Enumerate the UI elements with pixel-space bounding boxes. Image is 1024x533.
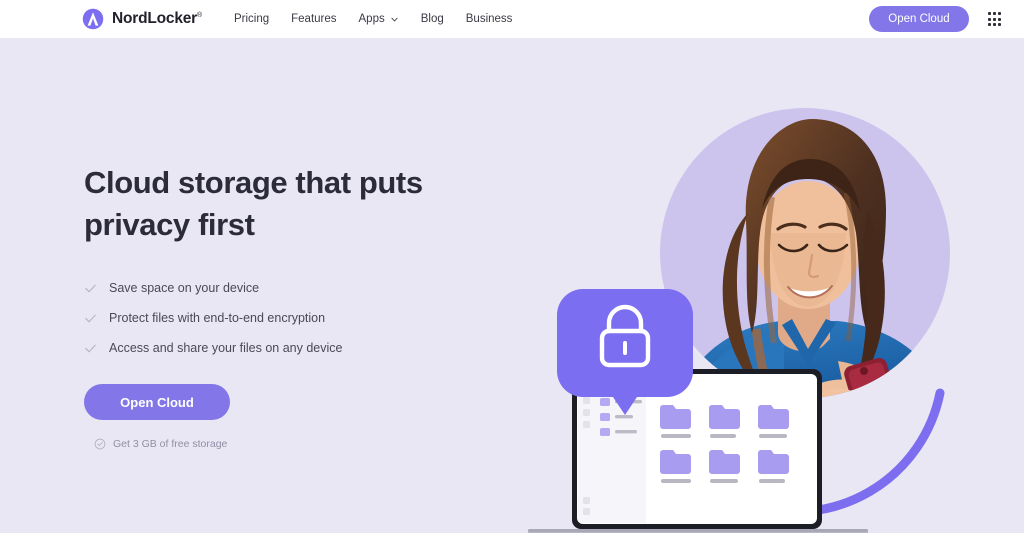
grid-dot (992, 22, 996, 26)
header-open-cloud-button[interactable]: Open Cloud (869, 6, 969, 32)
list-item-label: Save space on your device (109, 281, 260, 295)
list-item-label: Protect files with end-to-end encryption (109, 311, 326, 325)
grid-dot (987, 17, 991, 21)
page-title: Cloud storage that puts privacy first (84, 165, 423, 242)
nav-item-blog[interactable]: Blog (421, 13, 444, 25)
nav-label: Pricing (233, 13, 270, 25)
nav-label: Business (465, 13, 513, 25)
list-item: Protect files with end-to-end encryption (84, 303, 504, 333)
page-root: NordLocker® Pricing Features Apps Blog B… (0, 0, 1024, 533)
chevron-down-icon (391, 17, 398, 21)
site-header: NordLocker® Pricing Features Apps Blog B… (0, 0, 1024, 38)
registered-mark: ® (197, 11, 202, 19)
grid-dots-icon[interactable] (985, 9, 1004, 28)
check-circle-icon (94, 438, 106, 450)
check-icon (85, 314, 96, 322)
hero-copy: Cloud storage that puts privacy first Sa… (84, 162, 504, 450)
nav-label: Features (291, 13, 337, 25)
grid-dot (998, 22, 1001, 26)
check-icon (85, 344, 96, 352)
brand-logo-link[interactable]: NordLocker® (81, 7, 202, 31)
header-actions: Open Cloud (869, 6, 1004, 32)
free-storage-note: Get 3 GB of free storage (94, 438, 504, 450)
main-navigation: Pricing Features Apps Blog Business (234, 13, 512, 25)
feature-list: Save space on your device Protect files … (84, 273, 504, 363)
brand-name: NordLocker® (112, 10, 202, 27)
nav-item-pricing[interactable]: Pricing (234, 13, 269, 25)
check-icon (85, 284, 96, 292)
nav-label: Blog (420, 13, 444, 25)
nav-item-apps[interactable]: Apps (359, 13, 399, 25)
nordlocker-arch-logo-icon (82, 8, 104, 30)
nav-item-business[interactable]: Business (466, 13, 513, 25)
nav-item-features[interactable]: Features (291, 13, 336, 25)
free-storage-label: Get 3 GB of free storage (113, 438, 228, 450)
list-item: Save space on your device (84, 273, 504, 303)
grid-dot (998, 12, 1001, 16)
grid-dot (998, 17, 1001, 21)
list-item-label: Access and share your files on any devic… (109, 341, 343, 355)
lock-bubble (557, 289, 693, 415)
hero-illustration (520, 93, 990, 533)
nav-label: Apps (358, 13, 385, 25)
grid-dot (992, 17, 996, 21)
grid-dot (987, 22, 991, 26)
list-item: Access and share your files on any devic… (84, 333, 504, 363)
illustration-svg (528, 108, 950, 533)
hero-section: Cloud storage that puts privacy first Sa… (0, 38, 1024, 533)
grid-dot (992, 12, 996, 16)
grid-dot (987, 12, 991, 16)
hero-open-cloud-button[interactable]: Open Cloud (84, 384, 230, 420)
